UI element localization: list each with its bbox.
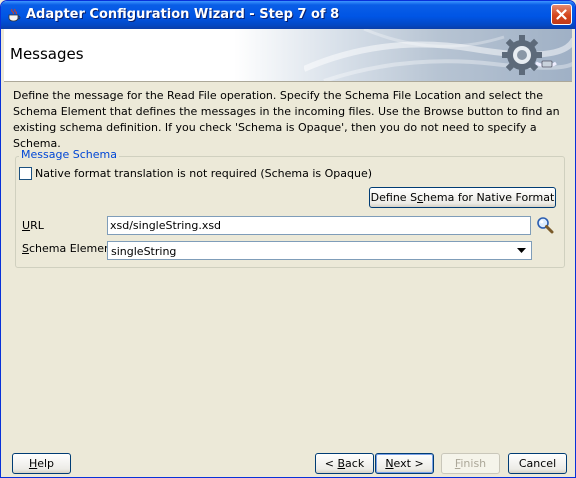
help-label: Help	[28, 457, 55, 470]
opaque-schema-label[interactable]: Native format translation is not require…	[35, 167, 372, 180]
cancel-button[interactable]: Cancel	[508, 453, 567, 474]
url-label: URL	[22, 219, 44, 232]
search-icon[interactable]	[536, 216, 554, 234]
back-button[interactable]: < Back	[315, 453, 374, 474]
message-schema-legend: Message Schema	[19, 148, 119, 161]
page-header: Messages	[4, 29, 572, 82]
url-input[interactable]: xsd/singleString.xsd	[107, 216, 531, 235]
title-bar[interactable]: Adapter Configuration Wizard - Step 7 of…	[1, 1, 575, 29]
define-schema-label: Define Schema for Native Format	[370, 191, 555, 204]
chevron-down-icon[interactable]	[517, 248, 526, 254]
next-button[interactable]: Next >	[375, 453, 434, 474]
next-label: Next >	[385, 457, 424, 470]
finish-button[interactable]: Finish	[441, 453, 500, 474]
window-title: Adapter Configuration Wizard - Step 7 of…	[26, 7, 340, 22]
help-button[interactable]: Help	[12, 453, 71, 474]
opaque-schema-checkbox[interactable]	[19, 167, 32, 180]
close-button[interactable]	[551, 4, 572, 25]
schema-element-value: singleString	[111, 245, 177, 258]
step-description: Define the message for the Read File ope…	[13, 89, 560, 150]
adapter-wizard-dialog: Adapter Configuration Wizard - Step 7 of…	[0, 0, 576, 478]
gear-plug-icon	[502, 35, 557, 75]
close-icon	[556, 9, 567, 20]
schema-element-label: Schema Element	[22, 242, 116, 255]
schema-element-select[interactable]: singleString	[107, 241, 532, 260]
define-schema-native-format-button[interactable]: Define Schema for Native Format	[369, 187, 556, 208]
java-cup-icon	[8, 8, 21, 22]
page-title: Messages	[10, 45, 84, 63]
back-label: < Back	[324, 457, 365, 470]
finish-label: Finish	[454, 457, 487, 470]
cancel-label: Cancel	[518, 457, 557, 470]
